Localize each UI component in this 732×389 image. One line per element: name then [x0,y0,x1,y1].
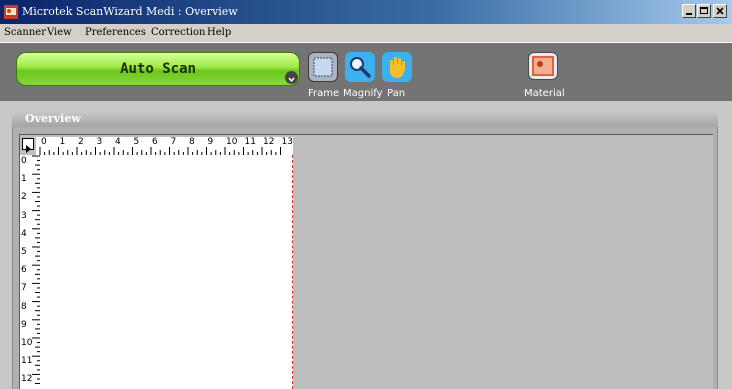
v-ruler-label: 1 [21,174,27,185]
menu-bar: Scanner View Preferences Correction Help [0,24,732,43]
maximize-button[interactable] [697,4,711,18]
v-ruler-label: 5 [21,247,27,257]
h-ruler-label: 1 [59,137,66,147]
close-button[interactable] [713,4,727,18]
scan-canvas[interactable] [40,155,293,389]
overview-header: Overview [12,111,718,127]
menu-help[interactable]: Help [207,27,231,38]
chevron-down-icon[interactable] [285,71,298,84]
frame-label: Frame [308,88,340,99]
v-ruler-label: 10 [21,338,33,348]
auto-scan-button[interactable]: Auto Scan [16,52,300,86]
toolbar: Auto Scan Frame Magnify Pan Material [0,43,732,101]
h-ruler-label: 3 [96,137,103,147]
pan-tool-button[interactable] [382,52,412,82]
h-ruler-label: 2 [78,137,84,147]
v-ruler-label: 12 [21,374,33,385]
h-ruler-label: 7 [170,137,177,147]
material-photo-icon [532,56,554,76]
h-ruler-label: 0 [41,137,47,147]
v-ruler-label: 11 [21,356,33,367]
vertical-ruler: 0 1 2 3 4 5 6 7 8 9 10 11 12 [20,155,40,389]
horizontal-ruler: 0 1 2 3 4 5 6 7 8 9 10 11 12 13 [36,137,293,155]
v-ruler-label: 8 [21,301,27,312]
menu-view[interactable]: View [47,27,72,38]
play-arrow-icon [26,145,31,153]
h-ruler-label: 9 [207,137,214,147]
v-ruler-label: 4 [21,228,27,239]
material-label: Material [524,88,565,99]
auto-scan-label: Auto Scan [120,61,196,77]
pan-hand-icon [390,57,405,78]
menu-preferences[interactable]: Preferences [85,27,146,38]
material-button[interactable] [528,52,558,80]
app-icon [4,5,18,19]
pan-label: Pan [387,88,406,99]
menu-correction[interactable]: Correction [151,27,205,38]
title-bar: Microtek ScanWizard Medi : Overview [0,0,732,24]
h-ruler-label: 10 [226,137,238,147]
h-ruler-label: 5 [133,137,140,147]
h-ruler-label: 12 [263,137,275,147]
v-ruler-label: 3 [21,210,27,221]
v-ruler-label: 7 [21,283,27,294]
frame-icon [313,57,333,77]
h-ruler-label: 4 [115,137,121,147]
menu-scanner[interactable]: Scanner [4,27,46,38]
v-ruler-label: 0 [21,156,27,166]
magnify-tool-button[interactable] [345,52,375,82]
minimize-button[interactable] [682,4,696,18]
minimize-icon [686,13,692,15]
v-ruler-label: 9 [21,319,27,330]
ruler-unit-button[interactable] [22,138,34,153]
v-ruler-label: 6 [21,265,27,276]
h-ruler-label: 6 [152,137,158,147]
close-icon [716,7,724,15]
magnify-icon [350,57,371,78]
h-ruler-label: 13 [281,137,293,147]
overview-title: Overview [25,112,81,125]
frame-tool-button[interactable] [308,52,338,82]
window-title: Microtek ScanWizard Medi : Overview [22,5,238,18]
maximize-icon [700,7,708,14]
h-ruler-label: 8 [189,137,195,147]
h-ruler-label: 11 [244,137,256,147]
magnify-label: Magnify [343,88,383,99]
v-ruler-label: 2 [21,192,27,203]
